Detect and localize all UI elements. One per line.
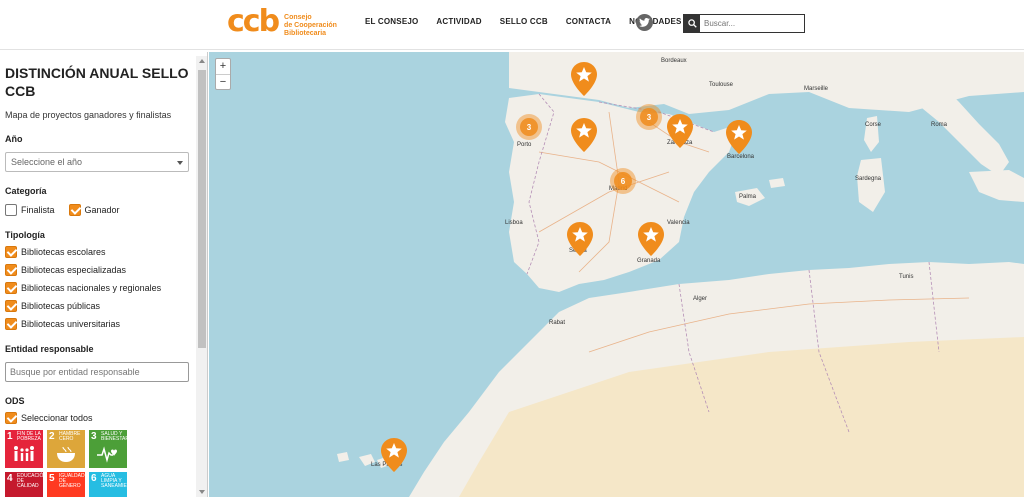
typology-universitarias[interactable]: Bibliotecas universitarias <box>5 318 191 330</box>
zoom-out-button[interactable]: − <box>216 74 230 89</box>
map-marker-star-icon[interactable] <box>726 120 752 154</box>
nav-actividad[interactable]: ACTIVIDAD <box>436 17 481 26</box>
map-label: Barcelona <box>727 154 755 160</box>
ods-select-all[interactable]: Seleccionar todos <box>5 412 191 424</box>
sidebar-scrollbar[interactable] <box>196 56 207 497</box>
ods-tile-2[interactable]: 2 HAMBRE CERO <box>47 430 85 468</box>
year-label: Año <box>5 134 23 144</box>
bowl-icon <box>57 446 75 462</box>
ods-tile-5[interactable]: 5 IGUALDAD DE GÉNERO <box>47 472 85 497</box>
site-header: ccb Consejo de Cooperación Bibliotecaria… <box>0 0 1024 50</box>
map-label: Tunis <box>899 274 914 280</box>
map-label: Palma <box>739 194 757 200</box>
map-label: Bordeaux <box>661 58 687 64</box>
ods-tile-1[interactable]: 1 FIN DE LA POBREZA <box>5 430 43 468</box>
typology-label: Tipología <box>5 230 45 240</box>
map-label: Porto <box>517 142 532 148</box>
map-cluster[interactable]: 3 <box>636 104 662 130</box>
universitarias-checkbox[interactable] <box>5 318 17 330</box>
typology-especializadas[interactable]: Bibliotecas especializadas <box>5 264 191 276</box>
ods-label: ODS <box>5 396 25 406</box>
map-label: Corse <box>865 122 882 128</box>
typology-nacionales[interactable]: Bibliotecas nacionales y regionales <box>5 282 191 294</box>
map-label: Roma <box>931 122 948 128</box>
map-marker-star-icon[interactable] <box>381 438 407 472</box>
escolares-checkbox[interactable] <box>5 246 17 258</box>
map-cluster[interactable]: 3 <box>516 114 542 140</box>
map-label: Valencia <box>667 220 690 226</box>
map-label: Alger <box>693 296 708 302</box>
logo-mark: ccb <box>227 4 280 39</box>
ods-grid: 1 FIN DE LA POBREZA 2 HAMBRE CERO 3 SALU… <box>5 430 145 497</box>
map-marker-star-icon[interactable] <box>638 222 664 256</box>
zoom-control: + − <box>215 58 231 90</box>
ods-tile-4[interactable]: 4 EDUCACIÓN DE CALIDAD <box>5 472 43 497</box>
finalista-checkbox[interactable] <box>5 204 17 216</box>
map-label: Marseille <box>804 86 829 92</box>
scroll-thumb[interactable] <box>198 70 206 348</box>
family-icon <box>14 446 34 461</box>
zoom-in-button[interactable]: + <box>216 59 230 74</box>
map-marker-star-icon[interactable] <box>567 222 593 256</box>
map-label: Toulouse <box>709 82 734 88</box>
publicas-checkbox[interactable] <box>5 300 17 312</box>
nav-el-consejo[interactable]: EL CONSEJO <box>365 17 418 26</box>
nav-contacta[interactable]: CONTACTA <box>566 17 611 26</box>
category-label: Categoría <box>5 186 47 196</box>
search-input[interactable] <box>700 15 804 32</box>
ods-tile-6[interactable]: 6 AGUA LIMPIA Y SANEAMIENTO <box>89 472 127 497</box>
ods-tile-3[interactable]: 3 SALUD Y BIENESTAR <box>89 430 127 468</box>
scroll-down-icon[interactable] <box>199 490 205 494</box>
logo-text: Consejo de Cooperación Bibliotecaria <box>284 14 337 37</box>
page-subtitle: Mapa de proyectos ganadores y finalistas <box>5 110 172 120</box>
category-finalista[interactable]: Finalista <box>5 204 55 216</box>
entity-search-input[interactable] <box>5 362 189 382</box>
typology-publicas[interactable]: Bibliotecas públicas <box>5 300 191 312</box>
typology-escolares[interactable]: Bibliotecas escolares <box>5 246 191 258</box>
map-marker-star-icon[interactable] <box>667 114 693 148</box>
ganador-checkbox[interactable] <box>68 204 81 216</box>
map-label: Lisboa <box>505 220 523 226</box>
map-view[interactable]: Bordeaux Toulouse Marseille Zaragoza Bar… <box>209 52 1024 497</box>
nav-sello-ccb[interactable]: SELLO CCB <box>500 17 548 26</box>
page-title: DISTINCIÓN ANUAL SELLO CCB <box>5 65 189 99</box>
map-cluster[interactable]: 6 <box>610 168 636 194</box>
search-box <box>683 14 805 33</box>
search-icon[interactable] <box>684 15 700 32</box>
map-label: Rabat <box>549 320 566 326</box>
map-label: Sardegna <box>855 176 882 182</box>
twitter-icon[interactable] <box>636 14 653 31</box>
filter-sidebar: DISTINCIÓN ANUAL SELLO CCB Mapa de proye… <box>0 52 208 497</box>
category-ganador[interactable]: Ganador <box>68 204 120 216</box>
chevron-down-icon <box>177 161 183 165</box>
ccb-logo[interactable]: ccb Consejo de Cooperación Bibliotecaria <box>227 4 344 39</box>
heartbeat-icon <box>97 446 117 463</box>
scroll-up-icon[interactable] <box>199 59 205 63</box>
select-all-checkbox[interactable] <box>5 412 17 424</box>
map-marker-star-icon[interactable] <box>571 118 597 152</box>
year-select[interactable]: Seleccione el año <box>5 152 189 172</box>
entity-label: Entidad responsable <box>5 344 94 354</box>
especializadas-checkbox[interactable] <box>5 264 17 276</box>
map-label: Granada <box>637 258 661 264</box>
nacionales-checkbox[interactable] <box>5 282 17 294</box>
map-marker-star-icon[interactable] <box>571 62 597 96</box>
